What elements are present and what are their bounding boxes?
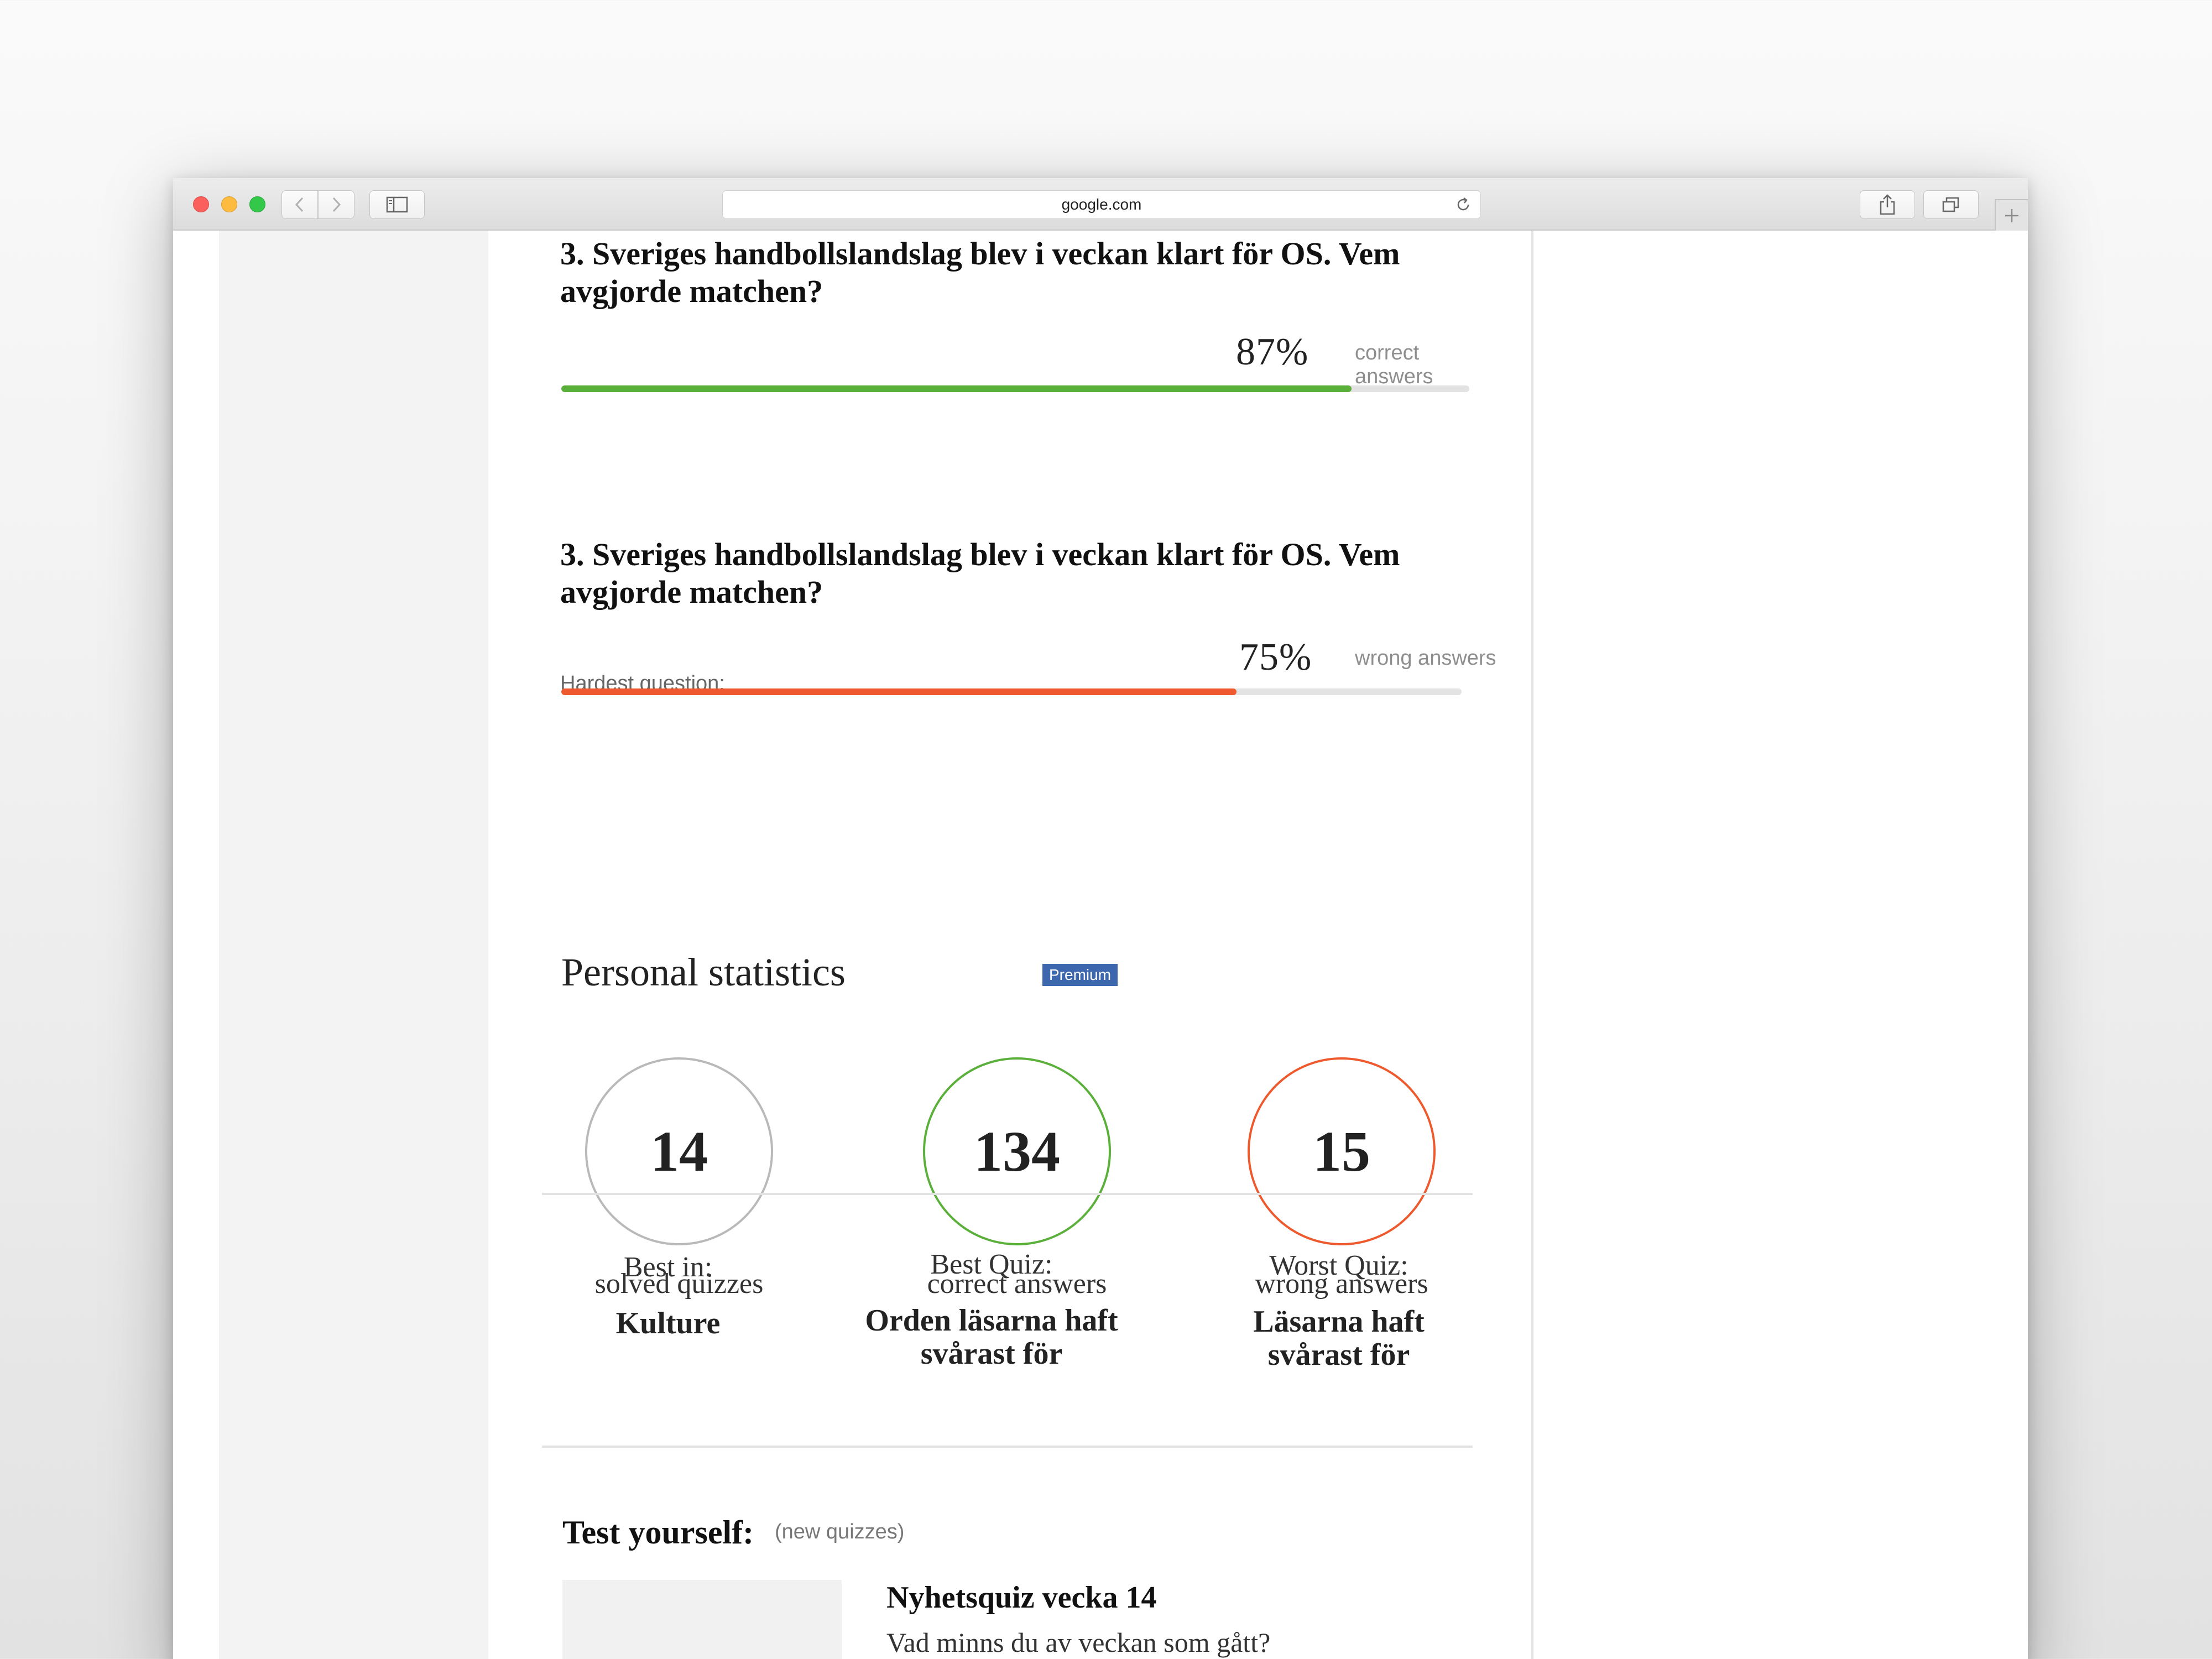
stat-circle: 14	[585, 1057, 773, 1245]
divider-bottom	[542, 1446, 1473, 1448]
left-gutter	[219, 231, 488, 1659]
worst-quiz-value[interactable]: Läsarna haft svårast för	[1212, 1305, 1466, 1371]
right-column-divider	[1531, 231, 1533, 1659]
best-quiz-label: Best Quiz:	[930, 1249, 1053, 1280]
plus-icon	[2005, 208, 2018, 222]
chevron-right-icon	[332, 197, 341, 212]
chevron-left-icon	[295, 197, 304, 212]
divider-top	[542, 1193, 1473, 1195]
test-yourself-subtitle: (new quizzes)	[775, 1520, 905, 1543]
hardest-question-title: 3. Sveriges handbollslandslag blev i vec…	[560, 536, 1400, 610]
close-window-button[interactable]	[193, 196, 209, 212]
easiest-percent-label: correct answers	[1355, 341, 1433, 388]
minimize-window-button[interactable]	[221, 196, 237, 212]
hardest-percent-label: wrong answers	[1355, 646, 1496, 670]
share-button[interactable]	[1860, 190, 1915, 219]
sidebar-toggle-button[interactable]	[369, 190, 425, 219]
easiest-percent: 87%	[1236, 331, 1309, 373]
stat-circle: 15	[1248, 1057, 1436, 1245]
browser-toolbar: google.com	[173, 178, 2028, 231]
hardest-progress-track	[561, 688, 1462, 695]
new-tab-button[interactable]	[1995, 199, 2028, 231]
best-quiz-value[interactable]: Orden läsarna haft svårast för	[864, 1304, 1119, 1370]
worst-quiz-block: Worst Quiz: Läsarna haft svårast för	[1212, 1249, 1466, 1371]
best-in-block: Best in: Kulture	[541, 1251, 795, 1340]
best-in-value: Kulture	[615, 1306, 721, 1340]
zoom-window-button[interactable]	[249, 196, 265, 212]
premium-badge: Premium	[1042, 964, 1118, 986]
forward-button[interactable]	[318, 190, 354, 219]
quiz-card-title[interactable]: Nyhetsquiz vecka 14	[886, 1580, 1156, 1615]
test-yourself-title: Test yourself:	[562, 1514, 754, 1551]
quiz-statistics-content: 3. Sveriges handbollslandslag blev i vec…	[542, 231, 1500, 1659]
worst-quiz-label: Worst Quiz:	[1269, 1250, 1408, 1281]
show-tabs-button[interactable]	[1923, 190, 1979, 219]
easiest-progress-track	[561, 385, 1469, 392]
address-bar[interactable]: google.com	[722, 190, 1481, 219]
address-url: google.com	[1061, 196, 1142, 213]
easiest-progress-fill	[561, 385, 1352, 392]
quiz-card-thumbnail[interactable]	[562, 1580, 842, 1659]
easiest-question-title: 3. Sveriges handbollslandslag blev i vec…	[560, 236, 1400, 309]
hardest-percent: 75%	[1239, 636, 1312, 679]
reload-icon[interactable]	[1455, 196, 1472, 216]
quiz-card-description: Vad minns du av veckan som gått?	[886, 1627, 1271, 1658]
personal-statistics-title: Personal statistics	[561, 950, 846, 994]
sidebar-icon	[386, 196, 408, 213]
page-viewport: 3. Sveriges handbollslandslag blev i vec…	[173, 231, 2028, 1659]
stat-circle: 134	[923, 1057, 1111, 1245]
share-icon	[1880, 194, 1895, 215]
best-in-label: Best in:	[623, 1251, 713, 1283]
tabs-overview-icon	[1942, 197, 1959, 212]
hardest-progress-fill	[561, 688, 1237, 695]
back-button[interactable]	[281, 190, 318, 219]
best-quiz-block: Best Quiz: Orden läsarna haft svårast fö…	[864, 1248, 1119, 1370]
browser-window: google.com 3. Sveriges handbollslandslag…	[173, 178, 2028, 1659]
